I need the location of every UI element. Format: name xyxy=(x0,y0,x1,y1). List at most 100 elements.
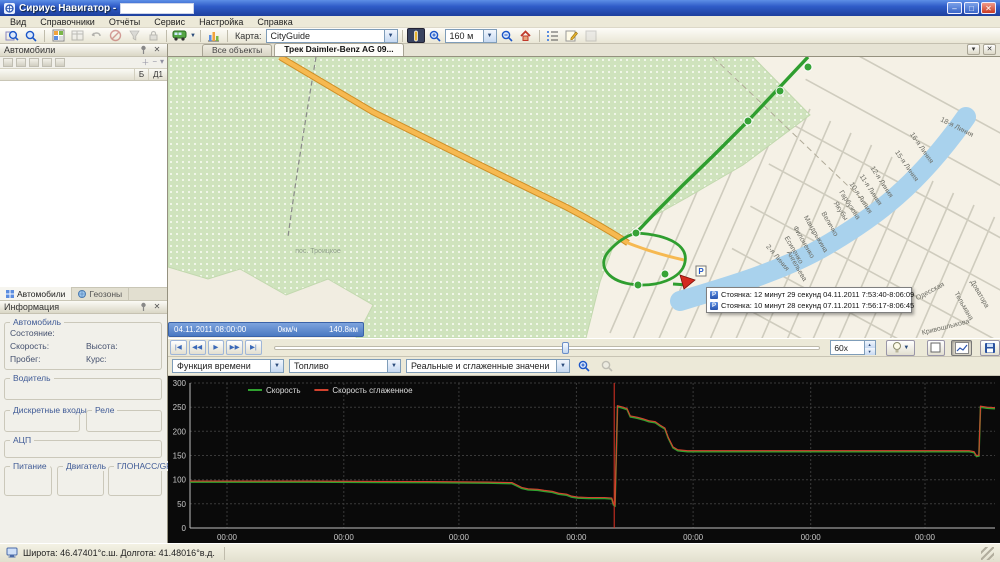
grid-view-button[interactable] xyxy=(49,28,67,43)
parking-icon: P xyxy=(710,302,718,310)
close-icon[interactable]: ✕ xyxy=(151,302,163,313)
menu-item-spravochniki[interactable]: Справочники xyxy=(34,16,101,27)
table-button[interactable] xyxy=(68,28,86,43)
info-panel-header: Информация ✕ xyxy=(0,301,167,314)
speed-label: Скорость: xyxy=(10,341,49,351)
globe-icon xyxy=(78,290,86,298)
playback-rate-value: 60x xyxy=(831,343,863,353)
rate-up-icon[interactable]: ▲ xyxy=(865,341,875,348)
stop-button[interactable] xyxy=(106,28,124,43)
chevron-down-icon[interactable]: ▼ xyxy=(270,360,283,372)
save-button[interactable] xyxy=(980,340,1000,356)
parameter-select[interactable]: Топливо ▼ xyxy=(289,359,401,373)
undo-button[interactable] xyxy=(87,28,105,43)
tab-geozones[interactable]: Геозоны xyxy=(72,287,129,300)
tab-close-icon[interactable]: ✕ xyxy=(983,44,996,55)
rate-down-icon[interactable]: ▼ xyxy=(865,348,875,355)
chevron-down-icon[interactable]: ▼ xyxy=(556,360,569,372)
more-icon[interactable]: ▾ xyxy=(160,57,164,68)
parking-marker-icon[interactable]: P xyxy=(696,266,706,276)
tab-vehicles[interactable]: Автомобили xyxy=(0,287,72,300)
state-label: Состояние: xyxy=(10,328,55,338)
edit-note-button[interactable] xyxy=(563,28,581,43)
menu-item-nastroika[interactable]: Настройка xyxy=(193,16,249,27)
coordinates-text: Широта: 46.47401°с.ш. Долгота: 41.48016°… xyxy=(23,548,215,558)
search-button[interactable] xyxy=(22,28,40,43)
chart-zoom-in-button[interactable] xyxy=(575,359,593,374)
svg-text:Скорость: Скорость xyxy=(266,386,301,395)
globe-icon[interactable] xyxy=(29,58,39,67)
tab-track[interactable]: Трек Daimler-Benz AG 09... xyxy=(274,43,403,56)
filter-button[interactable] xyxy=(125,28,143,43)
playback-slider-groove[interactable] xyxy=(274,346,821,350)
resize-grip[interactable] xyxy=(981,547,994,560)
zoom-window-button[interactable] xyxy=(3,28,21,43)
parking-tooltip: PСтоянка: 12 минут 29 секунд 04.11.2011 … xyxy=(706,287,912,313)
close-icon[interactable]: ✕ xyxy=(151,45,163,56)
playback-slider-handle[interactable] xyxy=(562,342,569,354)
zoom-out-button[interactable] xyxy=(498,28,516,43)
menu-item-servis[interactable]: Сервис xyxy=(148,16,191,27)
add-icon[interactable]: ＋ xyxy=(141,57,149,68)
lamp-button[interactable]: ▼ xyxy=(886,340,916,356)
vehicle-dropdown-arrow-icon[interactable]: ▼ xyxy=(190,33,196,39)
tab-geozones-label: Геозоны xyxy=(89,289,122,299)
checkbox-button[interactable] xyxy=(927,340,945,356)
function-select[interactable]: Функция времени ▼ xyxy=(172,359,284,373)
chevron-down-icon[interactable]: ▼ xyxy=(483,30,496,42)
values-mode-select[interactable]: Реальные и сглаженные значени ▼ xyxy=(406,359,570,373)
map-select[interactable]: CityGuide ▼ xyxy=(266,29,398,43)
forward-button[interactable]: ▶▶ xyxy=(226,340,243,355)
discrete-group-label: Дискретные входы xyxy=(10,405,90,415)
minimize-button[interactable]: – xyxy=(947,2,962,14)
maximize-button[interactable]: □ xyxy=(964,2,979,14)
zoom-in-button[interactable] xyxy=(426,28,444,43)
column-header-b[interactable]: Б xyxy=(134,69,148,80)
export-icon[interactable] xyxy=(16,58,26,67)
speed-chart[interactable]: 05010015020025030000:0000:0000:0000:0000… xyxy=(168,376,1000,543)
folder-icon[interactable] xyxy=(42,58,52,67)
rewind-button[interactable]: ◀◀ xyxy=(189,340,206,355)
menu-item-spravka[interactable]: Справка xyxy=(251,16,298,27)
playback-rate-spinner[interactable]: 60x ▲ ▼ xyxy=(830,340,875,355)
pin-icon[interactable] xyxy=(137,302,149,313)
values-mode-select-value: Реальные и сглаженные значени xyxy=(411,361,552,371)
home-button[interactable] xyxy=(517,28,535,43)
menu-item-vid[interactable]: Вид xyxy=(4,16,32,27)
svg-text:50: 50 xyxy=(177,500,186,509)
pin-icon[interactable] xyxy=(137,45,149,56)
chevron-down-icon[interactable]: ▼ xyxy=(903,345,909,351)
print-icon[interactable] xyxy=(3,58,13,67)
skip-start-button[interactable]: |◀ xyxy=(170,340,187,355)
show-chart-button[interactable] xyxy=(951,340,973,356)
skip-end-button[interactable]: ▶| xyxy=(245,340,262,355)
chevron-down-icon[interactable]: ▼ xyxy=(387,360,400,372)
play-button[interactable]: ▶ xyxy=(208,340,225,355)
left-bottom-tabs: Автомобили Геозоны xyxy=(0,288,167,301)
column-header-d1[interactable]: Д1 xyxy=(148,69,167,80)
discrete-inputs-groupbox: Дискретные входы xyxy=(4,410,80,432)
placeholder-button[interactable] xyxy=(582,28,600,43)
playback-slider[interactable] xyxy=(274,340,821,355)
tab-list-icon[interactable]: ▾ xyxy=(967,44,980,55)
scale-select[interactable]: 160 м ▼ xyxy=(445,29,497,43)
tab-all-objects[interactable]: Все объекты xyxy=(202,44,272,56)
driver-groupbox: Водитель xyxy=(4,378,162,400)
parking-tooltip-text: Стоянка: 12 минут 29 секунд 04.11.2011 7… xyxy=(721,290,914,299)
close-button[interactable]: ✕ xyxy=(981,2,996,14)
chart-toolbar-button[interactable] xyxy=(205,28,223,43)
chevron-down-icon[interactable]: ▼ xyxy=(384,30,397,42)
chart-zoom-out-button[interactable] xyxy=(598,359,616,374)
speed-chart-canvas[interactable]: 05010015020025030000:0000:0000:0000:0000… xyxy=(168,376,1000,543)
lock-button[interactable] xyxy=(144,28,162,43)
measure-toggle-button[interactable] xyxy=(407,28,425,43)
list-button[interactable] xyxy=(544,28,562,43)
vehicle-button[interactable] xyxy=(171,28,189,43)
remove-icon[interactable]: − xyxy=(152,57,157,68)
altitude-label: Высота: xyxy=(86,341,118,351)
vehicles-list[interactable] xyxy=(0,81,167,288)
refresh-icon[interactable] xyxy=(55,58,65,67)
menu-item-otchety[interactable]: Отчёты xyxy=(103,16,146,27)
left-panel: Автомобили ✕ ＋ − ▾ Б Д1 Автомобили xyxy=(0,44,168,543)
vehicles-list-header: Б Д1 xyxy=(0,69,167,81)
